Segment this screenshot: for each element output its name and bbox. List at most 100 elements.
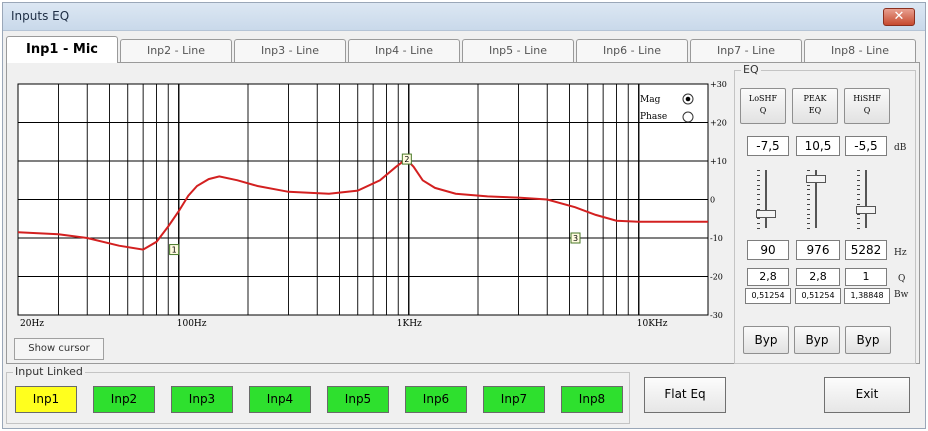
slider-tick	[807, 218, 810, 220]
band1-freq-field[interactable]: 90	[747, 240, 789, 260]
band1-bypass-button[interactable]: Byp	[743, 326, 789, 354]
linked-inp5-button[interactable]: Inp5	[327, 386, 389, 413]
slider-tick	[857, 213, 860, 215]
slider-tick	[807, 228, 810, 229]
y-tick-label: +10	[710, 157, 727, 166]
band-marker-label: 3	[573, 234, 578, 243]
band3-type-line2: Q	[863, 106, 871, 115]
show-cursor-button[interactable]: Show cursor	[14, 338, 104, 360]
y-tick-label: -30	[710, 311, 723, 320]
bw-unit: Bw	[894, 290, 909, 300]
gain-slider-track[interactable]	[765, 170, 767, 228]
slider-tick	[857, 170, 860, 171]
freq-unit: Hz	[894, 248, 907, 258]
exit-button[interactable]: Exit	[824, 377, 910, 413]
linked-inp4-button[interactable]: Inp4	[249, 386, 311, 413]
x-axis-labels: 20Hz 100Hz 1KHz 10KHz	[20, 319, 668, 329]
slider-tick	[807, 189, 810, 191]
slider-tick	[807, 213, 810, 215]
gain-slider-track[interactable]	[865, 170, 867, 228]
linked-inp1-button[interactable]: Inp1	[15, 386, 77, 413]
slider-tick	[757, 203, 760, 205]
slider-tick	[857, 174, 860, 176]
input-linked-title: Input Linked	[13, 365, 85, 378]
slider-tick	[757, 228, 760, 229]
x-tick-label: 10KHz	[637, 319, 668, 329]
band1-q-field[interactable]: 2,8	[747, 268, 789, 286]
slider-tick	[857, 179, 860, 181]
linked-inp6-button[interactable]: Inp6	[405, 386, 467, 413]
phase-radio[interactable]	[682, 111, 694, 123]
slider-tick	[807, 184, 810, 186]
tab-inp8[interactable]: Inp8 - Line	[804, 39, 916, 62]
slider-tick	[757, 194, 760, 196]
band2-bw-field[interactable]: 0,51254	[795, 288, 841, 304]
loshelf-type-button[interactable]: LoSHF Q	[740, 88, 786, 124]
band1-bw-field[interactable]: 0,51254	[745, 288, 791, 304]
peak-type-button[interactable]: PEAK EQ	[792, 88, 838, 124]
band2-freq-field[interactable]: 976	[796, 240, 840, 260]
band3-bypass-button[interactable]: Byp	[845, 326, 891, 354]
linked-inp7-button[interactable]: Inp7	[483, 386, 545, 413]
slider-tick	[757, 174, 760, 176]
slider-tick	[757, 170, 760, 171]
gain-slider-thumb[interactable]	[806, 174, 826, 183]
close-icon: ✕	[893, 9, 905, 24]
eq-group-title: EQ	[741, 63, 761, 76]
hishelf-type-button[interactable]: HiSHF Q	[844, 88, 890, 124]
y-axis-labels: +30 +20 +10 0 -10 -20 -30	[710, 80, 727, 320]
band3-type-line1: HiSHF	[853, 94, 881, 103]
gain-slider-thumb[interactable]	[856, 205, 876, 214]
slider-tick	[857, 194, 860, 196]
slider-tick	[807, 194, 810, 196]
band-marker[interactable]: 1	[169, 244, 180, 256]
x-tick-label: 100Hz	[177, 319, 207, 329]
slider-tick	[857, 189, 860, 191]
gain-slider-thumb[interactable]	[756, 209, 776, 218]
slider-tick	[757, 199, 760, 200]
slider-tick	[757, 218, 760, 220]
band2-q-field[interactable]: 2,8	[796, 268, 840, 286]
y-tick-label: -20	[710, 273, 723, 282]
slider-tick	[807, 223, 810, 225]
band1-gain-field[interactable]: -7,5	[747, 136, 789, 156]
y-tick-label: -10	[710, 234, 723, 243]
slider-tick	[757, 179, 760, 181]
band-marker[interactable]: 2	[401, 153, 412, 165]
y-tick-label: 0	[710, 196, 715, 205]
band2-gain-field[interactable]: 10,5	[796, 136, 840, 156]
slider-tick	[807, 208, 810, 210]
linked-inp3-button[interactable]: Inp3	[171, 386, 233, 413]
slider-tick	[807, 199, 810, 200]
band3-gain-field[interactable]: -5,5	[845, 136, 887, 156]
slider-tick	[857, 228, 860, 229]
linked-inp8-button[interactable]: Inp8	[561, 386, 623, 413]
band2-bypass-button[interactable]: Byp	[794, 326, 840, 354]
slider-tick	[757, 184, 760, 186]
y-tick-label: +20	[710, 119, 727, 128]
band2-type-line1: PEAK	[803, 94, 827, 103]
band2-type-line2: EQ	[808, 106, 822, 115]
flat-eq-button[interactable]: Flat Eq	[644, 377, 726, 413]
slider-tick	[807, 203, 810, 205]
q-unit: Q	[898, 274, 906, 284]
band3-bw-field[interactable]: 1,38848	[844, 288, 890, 304]
band3-freq-field[interactable]: 5282	[845, 240, 887, 260]
gain-unit: dB	[894, 143, 907, 153]
close-button[interactable]: ✕	[883, 8, 915, 26]
y-tick-label: +30	[710, 80, 727, 89]
mag-radio-dot	[685, 96, 691, 102]
x-tick-label: 20Hz	[20, 319, 44, 329]
mag-label: Mag	[640, 95, 661, 105]
band3-q-field[interactable]: 1	[845, 268, 887, 286]
band-marker[interactable]: 3	[570, 232, 581, 244]
x-tick-label: 1KHz	[397, 319, 422, 329]
slider-tick	[757, 189, 760, 191]
linked-inp2-button[interactable]: Inp2	[93, 386, 155, 413]
tab-inp1[interactable]: Inp1 - Mic	[6, 36, 118, 63]
slider-tick	[857, 218, 860, 220]
band-marker-label: 2	[404, 155, 409, 164]
slider-tick	[807, 170, 810, 171]
phase-label: Phase	[640, 112, 667, 122]
slider-tick	[757, 223, 760, 225]
